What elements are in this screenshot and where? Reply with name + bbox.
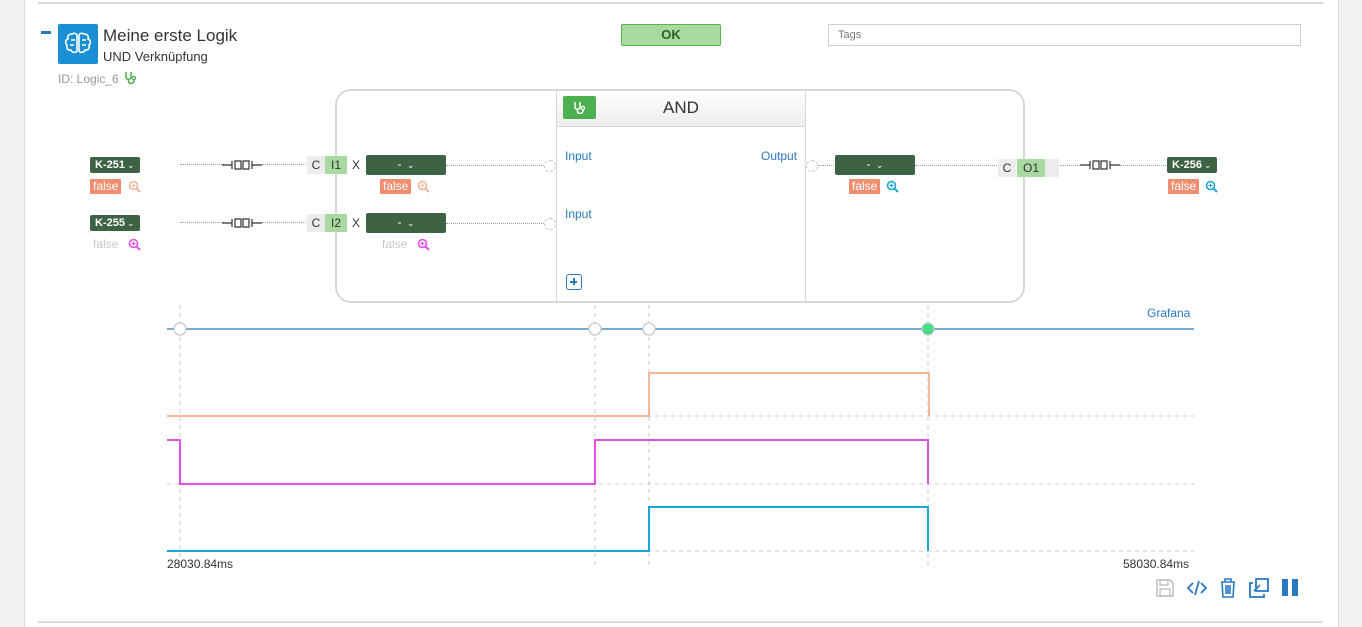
timeline-event-marker[interactable] — [642, 322, 656, 336]
code-icon[interactable] — [1186, 577, 1208, 599]
timeline-event-marker[interactable] — [588, 322, 602, 336]
copy-icon[interactable] — [1248, 577, 1270, 599]
signal-trace-input-1 — [167, 372, 930, 417]
timeline-event-marker[interactable] — [173, 322, 187, 336]
grafana-link[interactable]: Grafana — [1147, 306, 1190, 320]
timeline-current-marker[interactable] — [921, 322, 935, 336]
trash-icon[interactable] — [1218, 577, 1238, 599]
signal-trace-output — [167, 506, 929, 552]
save-icon[interactable] — [1155, 577, 1175, 599]
pause-icon[interactable] — [1281, 577, 1301, 599]
signal-trace-input-2 — [167, 439, 929, 485]
timeline-end-label: 58030.84ms — [1123, 557, 1190, 571]
timeline-start-label: 28030.84ms — [167, 557, 234, 571]
